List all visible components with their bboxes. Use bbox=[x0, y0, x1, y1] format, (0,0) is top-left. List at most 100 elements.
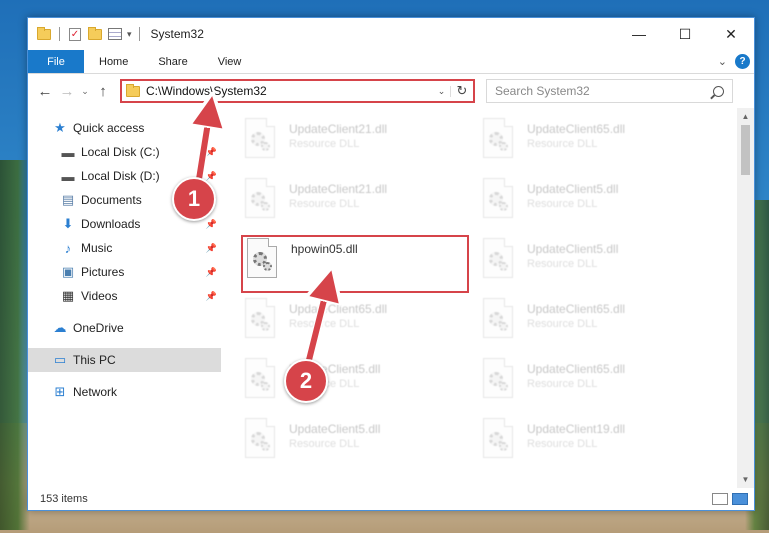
scrollbar-thumb[interactable] bbox=[741, 125, 750, 175]
help-icon[interactable]: ? bbox=[735, 54, 750, 69]
window-title: System32 bbox=[150, 27, 204, 41]
main-content: ★ Quick access ▬ Local Disk (C:) 📌 ▬ Loc… bbox=[28, 108, 754, 488]
forward-button[interactable]: → bbox=[56, 80, 78, 102]
address-dropdown-chevron-icon[interactable]: ⌄ bbox=[433, 85, 451, 97]
file-item[interactable]: UpdateClient5.dll Resource DLL bbox=[481, 178, 618, 230]
sidebar-item-network[interactable]: ⊞ Network bbox=[28, 380, 221, 404]
sidebar-item-music[interactable]: ♪ Music 📌 bbox=[28, 236, 221, 260]
search-input[interactable]: Search System32 bbox=[486, 79, 733, 103]
file-name: UpdateClient5.dll bbox=[289, 422, 381, 436]
search-placeholder: Search System32 bbox=[495, 84, 590, 98]
sidebar-item-this-pc[interactable]: ▭ This PC bbox=[28, 348, 221, 372]
file-type: Resource DLL bbox=[527, 198, 598, 210]
properties-check-icon[interactable]: ✓ bbox=[67, 26, 83, 42]
cloud-icon: ☁ bbox=[53, 320, 67, 335]
videos-icon: ▦ bbox=[61, 288, 75, 303]
tab-view[interactable]: View bbox=[203, 50, 257, 73]
download-icon: ⬇ bbox=[62, 216, 74, 231]
refresh-icon[interactable]: ↻ bbox=[451, 83, 473, 99]
navigation-pane: ★ Quick access ▬ Local Disk (C:) 📌 ▬ Loc… bbox=[28, 108, 221, 488]
dll-file-icon bbox=[481, 358, 515, 398]
window-controls: — ☐ ✕ bbox=[616, 18, 754, 50]
file-item[interactable]: UpdateClient65.dll Resource DLL bbox=[481, 118, 625, 170]
folder-icon bbox=[36, 26, 52, 42]
file-item[interactable]: UpdateClient21.dll Resource DLL bbox=[243, 178, 387, 230]
details-view-icon[interactable] bbox=[712, 493, 728, 505]
folder-icon bbox=[126, 83, 140, 97]
dll-file-icon bbox=[243, 118, 277, 158]
drive-icon: ▬ bbox=[61, 168, 75, 184]
expand-ribbon-chevron-icon[interactable]: ⌄ bbox=[718, 55, 727, 68]
file-type: Resource DLL bbox=[527, 378, 598, 390]
properties-icon[interactable] bbox=[107, 26, 123, 42]
documents-icon: ▤ bbox=[61, 192, 75, 207]
file-type: Resource DLL bbox=[527, 318, 598, 330]
divider bbox=[59, 27, 60, 41]
sidebar-item-label: Pictures bbox=[81, 265, 125, 279]
tab-file[interactable]: File bbox=[28, 50, 84, 73]
file-name: UpdateClient65.dll bbox=[527, 302, 626, 316]
sidebar-item-pictures[interactable]: ▣ Pictures 📌 bbox=[28, 260, 221, 284]
vertical-scrollbar[interactable]: ▲ ▼ bbox=[737, 108, 754, 488]
network-icon: ⊞ bbox=[54, 384, 66, 399]
minimize-button[interactable]: — bbox=[616, 18, 662, 50]
address-bar[interactable]: C:\Windows\System32 ⌄ ↻ bbox=[120, 79, 475, 103]
file-item[interactable]: UpdateClient5.dll Resource DLL bbox=[243, 418, 380, 470]
new-folder-icon[interactable] bbox=[87, 26, 103, 42]
sidebar-item-label: Downloads bbox=[81, 217, 141, 231]
sidebar-item-videos[interactable]: ▦ Videos 📌 bbox=[28, 284, 221, 308]
ribbon-right: ⌄ ? bbox=[718, 50, 754, 73]
sidebar-item-onedrive[interactable]: ☁ OneDrive bbox=[28, 316, 221, 340]
customize-toolbar-chevron-icon[interactable]: ▾ bbox=[127, 29, 132, 40]
scroll-up-chevron-icon[interactable]: ▲ bbox=[737, 108, 754, 125]
star-icon: ★ bbox=[54, 120, 66, 135]
file-name: UpdateClient65.dll bbox=[527, 122, 626, 136]
address-path[interactable]: C:\Windows\System32 bbox=[146, 84, 267, 98]
item-count: 153 items bbox=[40, 493, 88, 505]
file-item[interactable]: UpdateClient5.dll Resource DLL bbox=[481, 238, 618, 290]
sidebar-item-label: Documents bbox=[81, 193, 142, 207]
desktop-palm-left bbox=[0, 160, 30, 530]
pin-icon: 📌 bbox=[205, 290, 217, 301]
view-toggle bbox=[712, 493, 754, 505]
sidebar-item-quick-access[interactable]: ★ Quick access bbox=[28, 116, 221, 140]
file-item[interactable]: UpdateClient65.dll Resource DLL bbox=[243, 298, 387, 350]
pictures-icon: ▣ bbox=[61, 264, 75, 279]
sidebar-item-label: This PC bbox=[73, 353, 116, 367]
title-bar: ✓ ▾ System32 — ☐ ✕ bbox=[28, 18, 754, 50]
sidebar-item-label: Music bbox=[81, 241, 113, 255]
file-item[interactable]: UpdateClient21.dll Resource DLL bbox=[243, 118, 387, 170]
file-name: UpdateClient21.dll bbox=[289, 182, 388, 196]
pin-icon: 📌 bbox=[205, 146, 217, 157]
divider bbox=[138, 27, 140, 41]
file-type: Resource DLL bbox=[289, 198, 360, 210]
file-name: UpdateClient5.dll bbox=[527, 182, 619, 196]
recent-locations-button[interactable]: ⌄ bbox=[78, 86, 92, 97]
pin-icon: 📌 bbox=[205, 266, 217, 277]
file-type: Resource DLL bbox=[527, 438, 598, 450]
navigation-bar: ← → ⌄ ↑ C:\Windows\System32 ⌄ ↻ Search S… bbox=[28, 74, 754, 108]
file-type: Resource DLL bbox=[527, 258, 598, 270]
up-button[interactable]: ↑ bbox=[92, 80, 114, 102]
callout-step-1: 1 bbox=[172, 177, 216, 221]
file-name: UpdateClient65.dll bbox=[289, 302, 388, 316]
file-item[interactable]: UpdateClient65.dll Resource DLL bbox=[481, 358, 625, 410]
scroll-down-chevron-icon[interactable]: ▼ bbox=[737, 471, 754, 488]
tab-home[interactable]: Home bbox=[84, 50, 143, 73]
dll-file-icon bbox=[481, 418, 515, 458]
dll-file-icon bbox=[481, 178, 515, 218]
quick-access-toolbar: ✓ ▾ bbox=[36, 26, 143, 42]
file-item[interactable]: UpdateClient65.dll Resource DLL bbox=[481, 298, 625, 350]
maximize-button[interactable]: ☐ bbox=[662, 18, 708, 50]
file-item[interactable]: UpdateClient19.dll Resource DLL bbox=[481, 418, 625, 470]
large-icons-view-icon[interactable] bbox=[732, 493, 748, 505]
close-button[interactable]: ✕ bbox=[708, 18, 754, 50]
sidebar-item-label: OneDrive bbox=[73, 321, 124, 335]
back-button[interactable]: ← bbox=[34, 80, 56, 102]
sidebar-item-label: Quick access bbox=[73, 121, 145, 135]
tab-share[interactable]: Share bbox=[143, 50, 202, 73]
highlight-box-file bbox=[241, 235, 469, 293]
sidebar-item-label: Local Disk (D:) bbox=[81, 169, 160, 183]
sidebar-item-local-disk-c[interactable]: ▬ Local Disk (C:) 📌 bbox=[28, 140, 221, 164]
sidebar-item-label: Videos bbox=[81, 289, 118, 303]
